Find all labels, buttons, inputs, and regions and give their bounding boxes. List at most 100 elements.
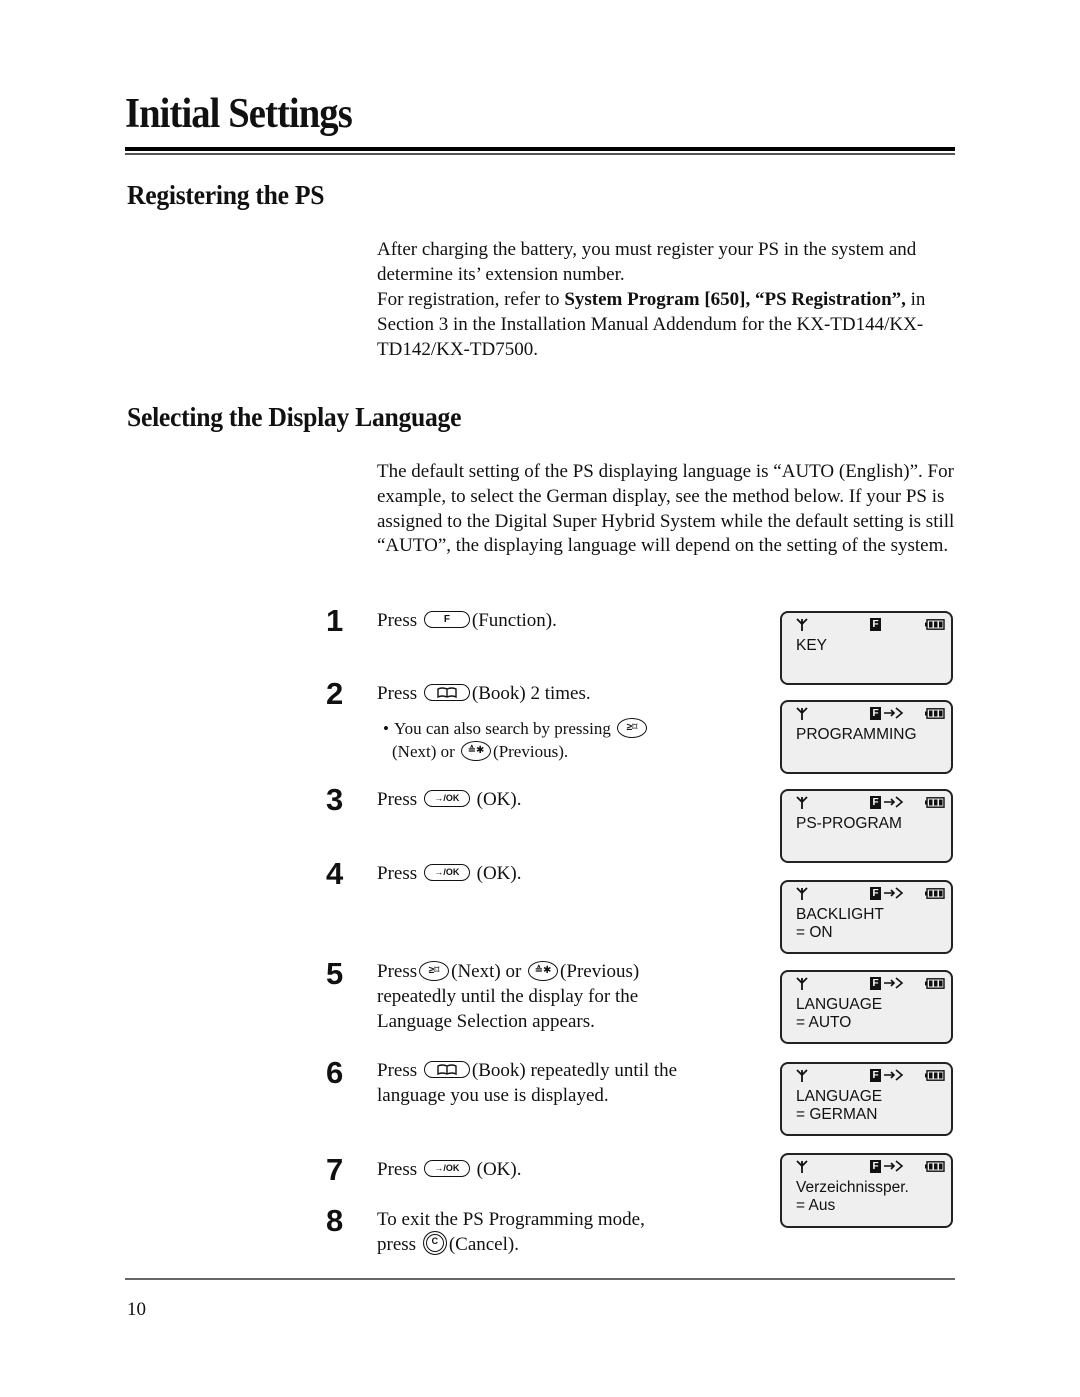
book-key-icon: [423, 684, 470, 702]
lcd-line-1: PS-PROGRAM: [796, 815, 902, 832]
ok-key-icon: →/OK: [423, 1160, 470, 1178]
step-2-note: • You can also search by pressing ≥⌑ (Nex…: [383, 717, 703, 763]
function-indicator-icon: F: [870, 1069, 881, 1082]
step-press-label: press: [377, 1233, 417, 1255]
battery-icon: [925, 1161, 945, 1172]
note-text: You can also search by pressing: [394, 719, 611, 738]
battery-icon: [925, 1070, 945, 1081]
cancel-key-icon: C: [422, 1231, 447, 1256]
antenna-icon: [796, 707, 808, 720]
step-press-label: Press: [377, 683, 418, 704]
step-number: 3: [326, 782, 344, 817]
ok-key-icon: →/OK: [423, 864, 470, 882]
step-press-label: Press: [377, 961, 418, 982]
function-indicator-icon: F: [870, 707, 881, 720]
step-8-text: To exit the PS Programming mode, press C…: [377, 1208, 737, 1258]
note-text: (Previous).: [493, 742, 569, 762]
step-2-text: Press (Book) 2 times.: [377, 682, 737, 707]
step-label: (Next) or: [451, 961, 522, 982]
lcd-display: F KEY: [780, 611, 953, 685]
lcd-status-bar: F: [782, 972, 951, 996]
antenna-icon: [796, 1160, 808, 1173]
antenna-icon: [796, 1069, 808, 1082]
function-key-icon: F: [423, 611, 470, 629]
previous-key-icon: ≙✱: [461, 741, 492, 762]
section-heading-registering: Registering the PS: [127, 180, 325, 210]
step-number: 1: [326, 603, 344, 638]
antenna-icon: [796, 618, 808, 631]
function-indicator-icon: F: [870, 887, 881, 900]
step-press-label: Press: [377, 1060, 418, 1081]
system-program-reference: System Program [650], “PS Registration”,: [564, 289, 906, 310]
function-indicator-icon: F: [870, 796, 881, 809]
step-number: 6: [326, 1055, 344, 1090]
step-5-text: Press ≥⌑ (Next) or ≙✱ (Previous) repeatedly…: [377, 960, 707, 1034]
battery-icon: [925, 888, 945, 899]
lcd-display: F PROGRAMMING: [780, 700, 953, 774]
battery-icon: [925, 619, 945, 630]
lcd-line-1: PROGRAMMING: [796, 726, 917, 743]
step-label: (Function).: [471, 610, 557, 631]
program-mode-arrow-icon: [884, 1160, 904, 1172]
antenna-icon: [796, 796, 808, 809]
step-text: To exit the PS Programming mode,: [377, 1209, 645, 1230]
lcd-line-2: = Aus: [796, 1197, 836, 1214]
function-indicator-icon: F: [870, 618, 881, 631]
step-number: 4: [326, 856, 344, 891]
step-press-label: Press: [377, 610, 418, 631]
lcd-line-1: Verzeichnissper.: [796, 1179, 909, 1196]
program-mode-arrow-icon: [884, 1069, 904, 1081]
bullet: •: [383, 719, 389, 738]
step-1-text: Press F (Function).: [377, 609, 737, 634]
registering-paragraph-1: After charging the battery, you must reg…: [377, 239, 917, 285]
step-number: 2: [326, 676, 344, 711]
registering-text: For registration, refer to: [377, 289, 565, 310]
lcd-display: F BACKLIGHT = ON: [780, 880, 953, 954]
lcd-status-bar: F: [782, 613, 951, 637]
step-label: (Cancel).: [448, 1233, 519, 1255]
step-number: 8: [326, 1203, 344, 1238]
lcd-line-2: = ON: [796, 924, 833, 941]
program-mode-arrow-icon: [884, 796, 904, 808]
lcd-line-1: LANGUAGE: [796, 996, 883, 1013]
previous-key-icon: ≙✱: [528, 960, 559, 981]
lcd-line-2: = AUTO: [796, 1014, 852, 1031]
page-number: 10: [127, 1299, 146, 1320]
lcd-line-2: = GERMAN: [796, 1106, 878, 1123]
lcd-line-1: KEY: [796, 637, 828, 654]
step-press-label: Press: [377, 863, 418, 884]
step-7-text: Press →/OK (OK).: [377, 1158, 737, 1183]
lcd-line-1: BACKLIGHT: [796, 906, 884, 923]
lcd-status-bar: F: [782, 882, 951, 906]
lcd-line-1: LANGUAGE: [796, 1088, 883, 1105]
next-key-icon: ≥⌑: [419, 960, 450, 981]
program-mode-arrow-icon: [884, 887, 904, 899]
step-press-label: Press: [377, 789, 418, 810]
function-indicator-icon: F: [870, 1160, 881, 1173]
lcd-status-bar: F: [782, 1064, 951, 1088]
program-mode-arrow-icon: [884, 977, 904, 989]
book-key-icon: [423, 1061, 470, 1079]
lcd-display: F LANGUAGE = AUTO: [780, 970, 953, 1044]
step-number: 7: [326, 1152, 344, 1187]
antenna-icon: [796, 887, 808, 900]
title-rule: [125, 147, 955, 151]
step-number: 5: [326, 956, 344, 991]
lcd-display: F LANGUAGE = GERMAN: [780, 1062, 953, 1136]
step-label: (OK).: [476, 789, 522, 810]
lcd-status-bar: F: [782, 702, 951, 726]
step-press-label: Press: [377, 1159, 418, 1180]
ok-key-icon: →/OK: [423, 790, 470, 808]
program-mode-arrow-icon: [884, 707, 904, 719]
note-text: (Next) or: [392, 742, 455, 762]
battery-icon: [925, 978, 945, 989]
step-label: (OK).: [476, 863, 522, 884]
lcd-status-bar: F: [782, 1155, 951, 1179]
step-6-text: Press (Book) repeatedly until the langua…: [377, 1059, 722, 1109]
registering-paragraph-2: For registration, refer to System Progra…: [377, 288, 957, 362]
step-label: (Book) 2 times.: [471, 683, 591, 704]
function-indicator-icon: F: [870, 977, 881, 990]
next-key-icon: ≥⌑: [617, 718, 648, 739]
page-title: Initial Settings: [125, 91, 353, 137]
lcd-display: F Verzeichnissper. = Aus: [780, 1153, 953, 1228]
